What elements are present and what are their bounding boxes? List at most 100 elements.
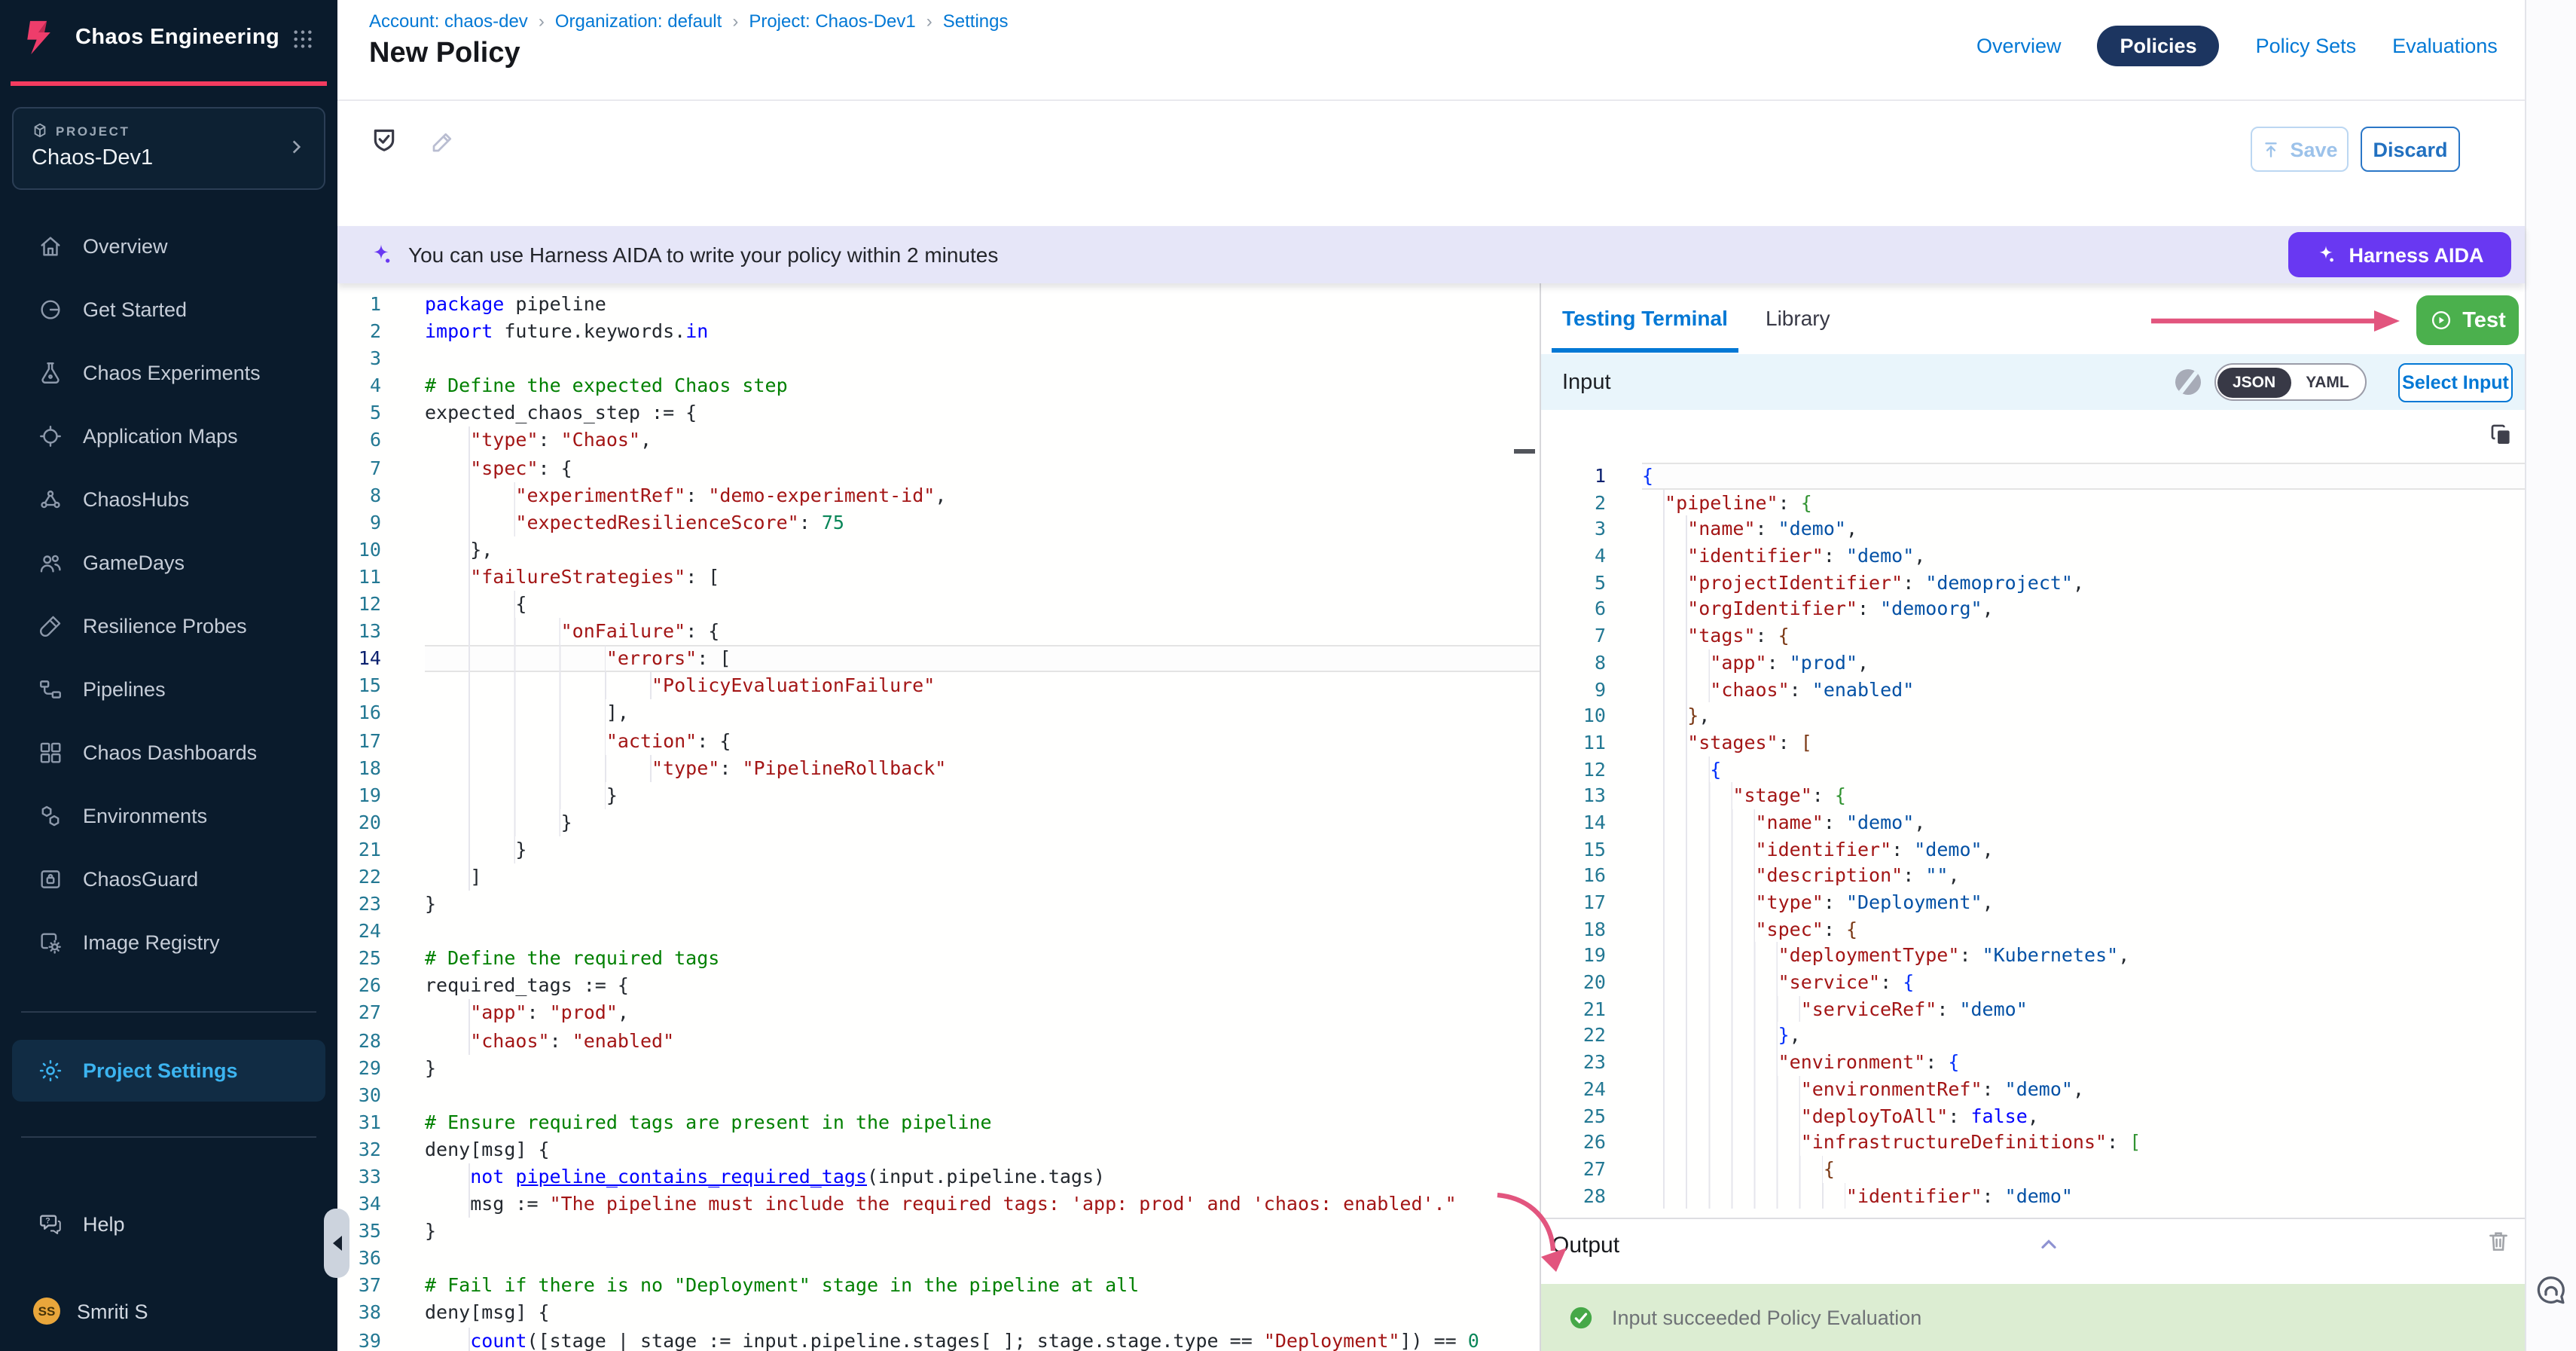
policy-nav-tabs: Overview Policies Policy Sets Evaluation…: [1976, 26, 2498, 66]
tab-overview[interactable]: Overview: [1976, 35, 2062, 57]
line-number: 16: [337, 700, 381, 727]
line-number: 20: [1541, 969, 1606, 995]
status-message: Input succeeded Policy Evaluation: [1612, 1307, 1921, 1329]
edit-pencil-icon[interactable]: [429, 128, 456, 155]
chevron-up-icon[interactable]: [2037, 1233, 2061, 1257]
app-title: Chaos Engineering: [75, 26, 279, 50]
sidebar-item-chaosguard[interactable]: ChaosGuard: [0, 847, 337, 910]
tab-testing-terminal[interactable]: Testing Terminal: [1562, 306, 1728, 330]
code-line: 21"serviceRef": "demo": [1541, 996, 2525, 1022]
active-tab-underline: [1552, 348, 1738, 352]
line-number: 27: [337, 1000, 381, 1027]
sidebar-item-chaos-dashboards[interactable]: Chaos Dashboards: [0, 720, 337, 784]
line-number: 15: [337, 673, 381, 700]
input-options-icon[interactable]: [2175, 369, 2201, 395]
chevron-right-icon: [286, 137, 306, 157]
code-line: 2"pipeline": {: [1541, 489, 2525, 515]
code-line: 28"chaos": "enabled": [337, 1027, 1540, 1054]
breadcrumb-account[interactable]: Account: chaos-dev: [369, 11, 528, 32]
code-line: 14"errors": [: [337, 645, 1540, 672]
code-line: 4# Define the expected Chaos step: [337, 373, 1540, 400]
upload-icon: [2261, 139, 2281, 159]
select-input-button[interactable]: Select Input: [2398, 363, 2513, 402]
sidebar-item-chaos-experiments[interactable]: Chaos Experiments: [0, 341, 337, 404]
test-button[interactable]: Test: [2416, 295, 2519, 345]
sidebar-item-resilience-probes[interactable]: Resilience Probes: [0, 594, 337, 657]
line-number: 1: [337, 291, 381, 318]
sidebar-item-application-maps[interactable]: Application Maps: [0, 404, 337, 467]
discard-button[interactable]: Discard: [2361, 127, 2460, 172]
app-logo[interactable]: Chaos Engineering: [20, 17, 279, 59]
code-line: 10},: [1541, 702, 2525, 729]
breadcrumb-project[interactable]: Project: Chaos-Dev1: [749, 11, 915, 32]
save-button[interactable]: Save: [2251, 127, 2349, 172]
code-line: 28"identifier": "demo": [1541, 1182, 2525, 1209]
help-button[interactable]: ? Help: [38, 1212, 125, 1237]
line-number: 38: [337, 1300, 381, 1327]
code-line: 15"PolicyEvaluationFailure": [337, 673, 1540, 700]
policy-code-editor[interactable]: 1package pipeline2import future.keywords…: [337, 283, 1540, 1351]
line-number: 7: [337, 454, 381, 481]
copy-icon[interactable]: [2489, 422, 2514, 448]
image-gear-icon: [38, 929, 63, 955]
line-number: 24: [337, 918, 381, 945]
shield-check-icon[interactable]: [369, 125, 399, 155]
code-line: 11"stages": [: [1541, 729, 2525, 756]
evaluation-status-bar: Input succeeded Policy Evaluation: [1541, 1284, 2525, 1351]
line-number: 4: [1541, 543, 1606, 569]
format-json-toggle[interactable]: JSON: [2217, 367, 2291, 397]
line-number: 13: [1541, 783, 1606, 809]
sidebar-item-chaoshubs[interactable]: ChaosHubs: [0, 467, 337, 530]
line-number: 23: [1541, 1049, 1606, 1075]
code-line: 32deny[msg] {: [337, 1136, 1540, 1163]
code-line: 35}: [337, 1218, 1540, 1245]
code-line: 26"infrastructureDefinitions": [: [1541, 1129, 2525, 1155]
code-line: 19"deploymentType": "Kubernetes",: [1541, 943, 2525, 969]
sidebar-item-project-settings[interactable]: Project Settings: [12, 1040, 325, 1102]
harness-aida-button[interactable]: Harness AIDA: [2288, 232, 2511, 277]
user-menu[interactable]: SS Smriti S: [33, 1298, 148, 1325]
module-grid-icon[interactable]: [291, 27, 315, 51]
trash-icon[interactable]: [2486, 1228, 2511, 1254]
sidebar-collapse-handle[interactable]: [324, 1209, 349, 1278]
line-number: 23: [337, 891, 381, 918]
aida-banner: You can use Harness AIDA to write your p…: [337, 226, 2525, 283]
sidebar-item-get-started[interactable]: Get Started: [0, 277, 337, 341]
line-number: 13: [337, 618, 381, 645]
card-right-border: [2525, 0, 2526, 1351]
line-number: 21: [337, 836, 381, 863]
tab-library[interactable]: Library: [1766, 306, 1830, 330]
line-number: 24: [1541, 1076, 1606, 1102]
sidebar-item-pipelines[interactable]: Pipelines: [0, 657, 337, 720]
check-circle-icon: [1568, 1305, 1594, 1331]
line-number: 11: [337, 564, 381, 591]
code-line: 14"name": "demo",: [1541, 809, 2525, 836]
input-json-editor[interactable]: 1{2"pipeline": {3"name": "demo",4"identi…: [1541, 460, 2525, 1218]
sidebar-item-image-registry[interactable]: Image Registry: [0, 910, 337, 974]
tab-policies[interactable]: Policies: [2098, 26, 2220, 66]
resource-center-chat-icon[interactable]: [2534, 1273, 2568, 1308]
code-line: 27"app": "prod",: [337, 1000, 1540, 1027]
home-icon: [38, 233, 63, 258]
code-line: 25"deployToAll": false,: [1541, 1102, 2525, 1129]
code-line: 18"spec": {: [1541, 915, 2525, 942]
project-selector[interactable]: PROJECT Chaos-Dev1: [12, 107, 325, 190]
code-line: 10},: [337, 536, 1540, 564]
line-number: 22: [1541, 1022, 1606, 1049]
line-number: 9: [1541, 676, 1606, 702]
code-line: 24: [337, 918, 1540, 945]
code-line: 23"environment": {: [1541, 1049, 2525, 1075]
code-line: 9"chaos": "enabled": [1541, 676, 2525, 702]
code-line: 17"action": {: [337, 727, 1540, 754]
page-background-strip: [2526, 0, 2576, 1351]
tab-policy-sets[interactable]: Policy Sets: [2256, 35, 2357, 57]
code-line: 17"type": "Deployment",: [1541, 889, 2525, 915]
sidebar-item-overview[interactable]: Overview: [0, 214, 337, 277]
sidebar-item-gamedays[interactable]: GameDays: [0, 530, 337, 594]
breadcrumb-org[interactable]: Organization: default: [555, 11, 722, 32]
sidebar-item-environments[interactable]: Environments: [0, 784, 337, 847]
breadcrumb-settings[interactable]: Settings: [943, 11, 1009, 32]
tab-evaluations[interactable]: Evaluations: [2392, 35, 2498, 57]
nodes-icon: [38, 486, 63, 512]
format-yaml-toggle[interactable]: YAML: [2291, 367, 2364, 397]
